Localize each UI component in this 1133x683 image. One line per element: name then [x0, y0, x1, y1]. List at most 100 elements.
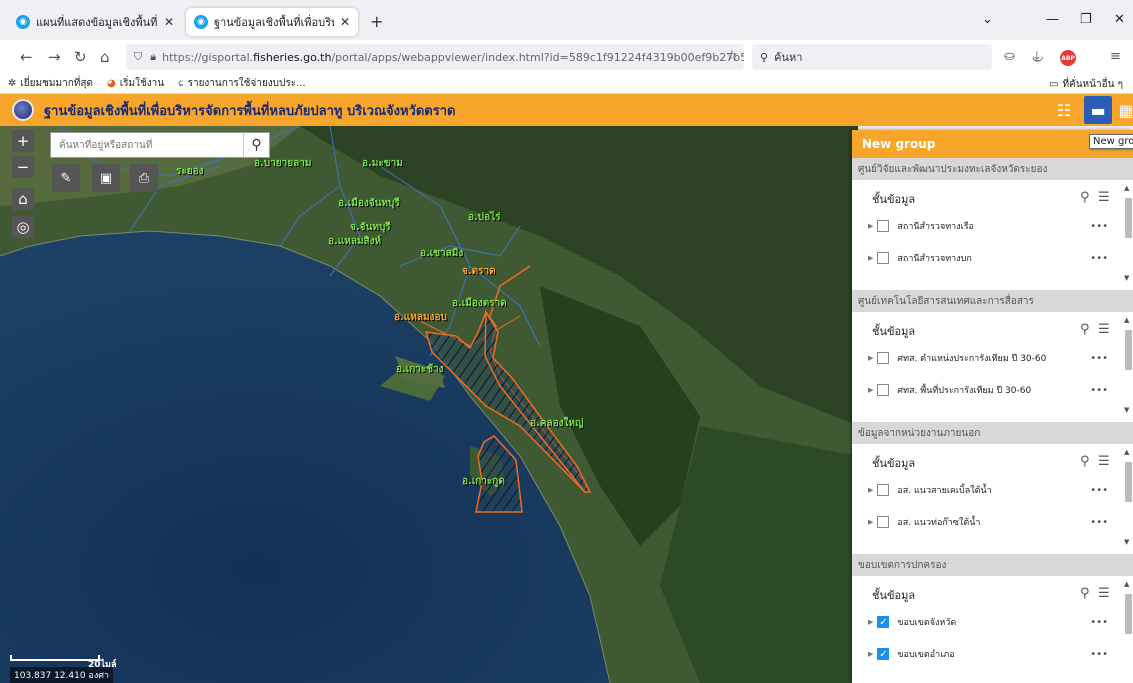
scroll-up-icon[interactable]: ▲ [1124, 448, 1129, 456]
map-label: อ.คลองใหญ่ [530, 418, 584, 429]
layer-row[interactable]: ▶ ศทส. พื้นที่ประการังเทียม ปี 30-60 ••• [868, 380, 1118, 400]
expand-arrow-icon[interactable]: ▶ [868, 486, 873, 494]
layer-checkbox[interactable] [877, 252, 890, 264]
new-tab-icon[interactable]: + [370, 12, 383, 31]
search-icon[interactable]: ⚲ [1080, 190, 1090, 205]
search-icon[interactable]: ⚲ [1080, 322, 1090, 337]
layer-name: ศทส. พื้นที่ประการังเทียม ปี 30-60 [897, 386, 1032, 396]
search-icon[interactable]: ⚲ [1080, 586, 1090, 601]
more-options-icon[interactable]: ••• [1090, 517, 1108, 528]
bookmark-label: เริ่มใช้งาน [119, 78, 165, 89]
tab-map-display[interactable]: ◉ แผนที่แสดงข้อมูลเชิงพื้นที่ด้านการ ✕ [8, 8, 182, 36]
filter-list-icon[interactable]: ☰ [1098, 322, 1110, 337]
bookmark-most-visited[interactable]: ✲ เยี่ยมชมมากที่สุด [8, 76, 93, 91]
menu-icon[interactable]: ≡ [1110, 49, 1121, 64]
filter-list-icon[interactable]: ☰ [1098, 454, 1110, 469]
layer-row[interactable]: ▶ ศทส. ตำแหน่งประการังเทียม ปี 30-60 ••• [868, 348, 1118, 368]
bookmark-budget-report[interactable]: ɕ รายงานการใช้จ่ายงบประ... [178, 76, 306, 91]
layer-row[interactable]: ▶ สถานีสำรวจทางบก ••• [868, 248, 1118, 268]
layer-row[interactable]: ▶ ✓ ขอบเขตจังหวัด ••• [868, 612, 1118, 632]
my-location-button[interactable]: ◎ [12, 216, 34, 238]
layer-list-button[interactable]: ☷ [1050, 96, 1078, 124]
close-icon[interactable]: ✕ [340, 15, 350, 29]
forward-arrow-icon[interactable]: → [48, 48, 61, 66]
pocket-icon[interactable]: ⛀ [1004, 49, 1015, 64]
filter-list-icon[interactable]: ☰ [1098, 190, 1110, 205]
reload-icon[interactable]: ↻ [74, 48, 87, 66]
expand-arrow-icon[interactable]: ▶ [868, 518, 873, 526]
expand-arrow-icon[interactable]: ▶ [868, 386, 873, 394]
layer-row[interactable]: ▶ ✓ ขอบเขตอำเภอ ••• [868, 644, 1118, 664]
scroll-down-icon[interactable]: ▼ [1124, 538, 1129, 546]
scroll-thumb[interactable] [1125, 198, 1132, 238]
adblock-plus-icon[interactable]: ABP [1060, 50, 1076, 66]
print-button[interactable]: ⎙ [130, 164, 158, 192]
layer-checkbox[interactable] [877, 384, 890, 396]
tab-list-chevron-icon[interactable]: ⌄ [982, 12, 993, 27]
more-options-icon[interactable]: ••• [1090, 221, 1108, 232]
close-icon[interactable]: ✕ [164, 15, 174, 29]
download-arrow-icon[interactable]: ⤓ [1034, 49, 1040, 64]
minimize-icon[interactable]: — [1046, 12, 1059, 27]
scroll-up-icon[interactable]: ▲ [1124, 184, 1129, 192]
scroll-down-icon[interactable]: ▼ [1124, 274, 1129, 282]
zoom-in-button[interactable]: + [12, 130, 34, 152]
window-close-icon[interactable]: ✕ [1114, 12, 1125, 27]
layer-checkbox[interactable] [877, 352, 890, 364]
map-label: จ.จันทบุรี [350, 222, 391, 233]
scroll-thumb[interactable] [1125, 462, 1132, 502]
tab-fisheries-database[interactable]: ◉ ฐานข้อมูลเชิงพื้นที่เพื่อบริหารจัดกา ✕ [186, 8, 358, 36]
bookmark-label: เยี่ยมชมมากที่สุด [20, 78, 93, 89]
map-search-button[interactable]: ⚲ [243, 133, 269, 157]
more-options-icon[interactable]: ••• [1090, 353, 1108, 364]
other-bookmarks[interactable]: ▭ ที่คั่นหน้าอื่น ๆ [1049, 77, 1123, 92]
map-search-input[interactable] [51, 133, 243, 157]
more-options-icon[interactable]: ••• [1090, 385, 1108, 396]
url-bar[interactable]: ⛉ 🔒︎ https://gisportal. fisheries.go.th/p… [126, 44, 744, 70]
map-label: อ.เขาสมิง [420, 248, 464, 259]
layer-row[interactable]: ▶ อส. แนวท่อก๊าซใต้น้ำ ••• [868, 512, 1118, 532]
more-options-icon[interactable]: ••• [1090, 617, 1108, 628]
filter-list-icon[interactable]: ☰ [1098, 586, 1110, 601]
more-options-icon[interactable]: ••• [1090, 485, 1108, 496]
layer-row[interactable]: ▶ สถานีสำรวจทางเรือ ••• [868, 216, 1118, 236]
group-body: ชั้นข้อมูล ⚲ ☰ ▶ ✓ ขอบเขตจังหวัด ••• ▶ ✓… [852, 576, 1133, 683]
expand-arrow-icon[interactable]: ▶ [868, 354, 873, 362]
bookmark-getting-started[interactable]: ◕ เริ่มใช้งาน [107, 76, 164, 91]
layer-row[interactable]: ▶ อส. แนวสายเคเบิ้ลใต้น้ำ ••• [868, 480, 1118, 500]
expand-arrow-icon[interactable]: ▶ [868, 222, 873, 230]
measure-button[interactable]: ✎ [52, 164, 80, 192]
scrollbar[interactable]: ▲ ▼ [1123, 316, 1133, 414]
browser-search-field[interactable]: ⚲ ค้นหา [752, 44, 992, 70]
scrollbar[interactable]: ▲ [1123, 580, 1133, 678]
layer-checkbox[interactable] [877, 220, 890, 232]
scroll-down-icon[interactable]: ▼ [1124, 406, 1129, 414]
search-icon[interactable]: ⚲ [1080, 454, 1090, 469]
home-icon: ⌂ [18, 190, 28, 208]
scroll-thumb[interactable] [1125, 330, 1132, 370]
layer-checkbox-checked[interactable]: ✓ [877, 648, 890, 660]
zoom-out-button[interactable]: − [12, 156, 34, 178]
widget-grid-button[interactable]: ▦ [1112, 96, 1133, 124]
map-view[interactable]: อ.บายายลาม อ.มะขาม ระยอง อ.เมืองจันทบุรี… [0, 126, 858, 683]
scroll-thumb[interactable] [1125, 594, 1132, 634]
scrollbar[interactable]: ▲ ▼ [1123, 184, 1133, 282]
restore-icon[interactable]: ❐ [1080, 12, 1092, 27]
layer-checkbox[interactable] [877, 516, 890, 528]
home-extent-button[interactable]: ⌂ [12, 188, 34, 210]
layer-folder-button[interactable]: ▬ [1084, 96, 1112, 124]
scrollbar[interactable]: ▲ ▼ [1123, 448, 1133, 546]
layer-checkbox[interactable] [877, 484, 890, 496]
more-options-icon[interactable]: ••• [1090, 253, 1108, 264]
expand-arrow-icon[interactable]: ▶ [868, 650, 873, 658]
back-arrow-icon[interactable]: ← [20, 48, 33, 66]
scroll-up-icon[interactable]: ▲ [1124, 316, 1129, 324]
layer-checkbox-checked[interactable]: ✓ [877, 616, 890, 628]
scroll-up-icon[interactable]: ▲ [1124, 580, 1129, 588]
draw-button[interactable]: ▣ [92, 164, 120, 192]
more-options-icon[interactable]: ••• [1090, 649, 1108, 660]
bookmark-star-icon[interactable]: ☆ [725, 48, 738, 64]
expand-arrow-icon[interactable]: ▶ [868, 254, 873, 262]
expand-arrow-icon[interactable]: ▶ [868, 618, 873, 626]
home-icon[interactable]: ⌂ [100, 48, 110, 66]
